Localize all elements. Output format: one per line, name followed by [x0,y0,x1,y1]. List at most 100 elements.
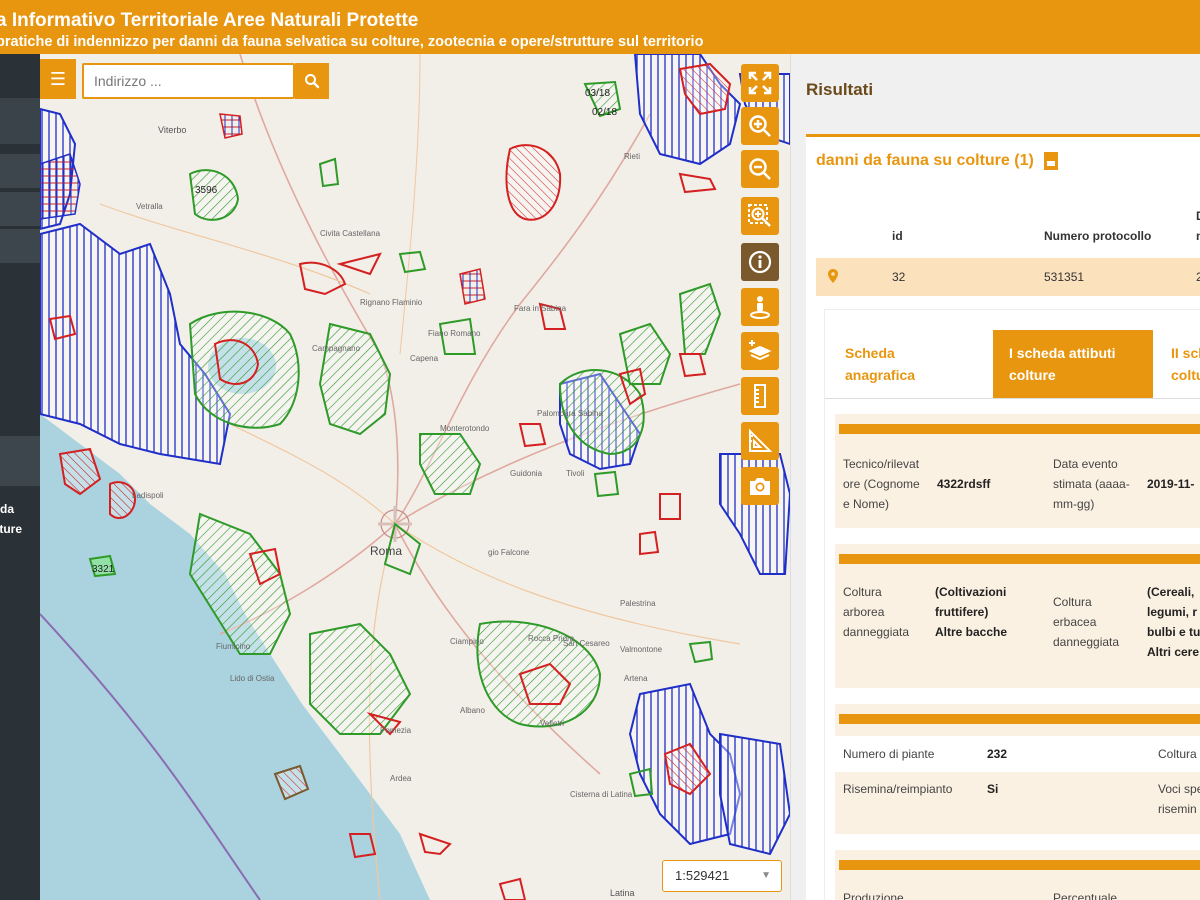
data-evento-value: 2019-11- [1147,477,1195,491]
map-label-sancesareo: San Cesareo [563,639,610,648]
coltura-label: Coltura [1158,747,1197,761]
column-header-extra-1[interactable]: D [1196,209,1200,223]
map-label-tivoli: Tivoli [566,469,585,478]
sidebar-item-3[interactable] [0,229,40,263]
map-label-3596: 3596 [195,185,218,196]
zoom-in-button[interactable] [741,107,779,145]
sidebar-item-active[interactable] [0,436,40,486]
map-label-palestrina: Palestrina [620,599,656,608]
zoom-extent-icon [748,204,771,227]
map-label-civita-castellana: Civita Castellana [320,229,381,238]
pdf-icon[interactable] [1044,152,1059,170]
map-label-velletri: Velletri [540,719,565,728]
result-card: danni da fauna su colture (1) id Numero … [806,134,1200,900]
percentuale-label: Percentuale [1053,891,1118,900]
map-label-ardea: Ardea [390,774,412,783]
map-label-guidonia: Guidonia [510,469,543,478]
tab-scheda-attributi-colture[interactable]: I scheda attibuti colture [993,330,1153,398]
map-label-vetralla: Vetralla [136,202,163,211]
map-layer [40,54,790,900]
search-icon [305,74,320,89]
measure-length-button[interactable] [741,377,779,415]
map-marker-icon[interactable] [828,269,838,283]
map-label-palombara: Palombara Sabina [537,409,603,418]
produzione-label: Produzione [843,891,904,900]
map-label-pomezia: Pomezia [380,726,412,735]
map-label-fara: Fara in Sabina [514,304,567,313]
sidebar-item-1[interactable] [0,154,40,188]
map-label-capena: Capena [410,354,439,363]
section-colture: Coltura arborea danneggiata (Coltivazion… [835,544,1200,688]
search-button[interactable] [295,63,329,99]
fullscreen-button[interactable] [741,64,779,102]
map-label-albano: Albano [460,706,485,715]
measure-area-button[interactable] [741,422,779,460]
cell-id: 32 [892,270,906,284]
section-tecnico: Tecnico/rilevat ore (Cognome e Nome) 432… [835,414,1200,528]
numero-piante-label: Numero di piante [843,747,935,761]
menu-toggle-button[interactable]: ☰ [40,59,76,99]
measure-length-icon [754,384,766,408]
map-label-latina: Latina [610,888,635,898]
map-label-0318: 03/18 [585,88,611,99]
risemina-label: Risemina/reimpianto [843,782,953,796]
camera-icon [750,478,770,495]
map-canvas[interactable]: Viterbo Vetralla Civita Castellana Rigna… [40,54,790,900]
zoom-out-button[interactable] [741,150,779,188]
app-subtitle: pratiche di indennizzo per danni da faun… [0,34,704,50]
map-label-3321: 3321 [92,564,115,575]
sidebar-item-2[interactable] [0,192,40,226]
info-button[interactable] [741,243,779,281]
sidebar-header-block [0,98,40,144]
map-label-campagnano: Campagnano [312,344,361,353]
result-layer-title[interactable]: danni da fauna su colture (1) [816,152,1059,170]
column-header-protocollo[interactable]: Numero protocollo [1044,229,1151,243]
tab-scheda-2[interactable]: II sch coltu [1155,330,1200,398]
results-title: Risultati [806,80,874,99]
coltura-erbacea-value: (Cereali, legumi, r bulbi e tu Altri cer… [1147,585,1200,659]
scale-select[interactable]: 1:529421 ▼ [662,860,782,892]
section-bar [839,554,1200,564]
fullscreen-icon [748,71,772,95]
section-bar [839,424,1200,434]
chevron-down-icon: ▼ [761,870,771,881]
zoom-extent-button[interactable] [741,197,779,235]
sidebar: da lture [0,54,40,900]
section-piante: Numero di piante 232 Coltura Risemina/re… [835,704,1200,834]
street-view-button[interactable] [741,288,779,326]
map-label-0218: 02/18 [592,107,618,118]
add-layer-button[interactable] [741,332,779,370]
map-label-ladispoli: Ladispoli [132,491,164,500]
sidebar-item-label[interactable]: da lture [0,499,22,539]
column-header-extra-2[interactable]: n [1196,229,1200,243]
map-label-roma: Roma [370,544,403,558]
map-label-cisterna: Cisterna di Latina [570,790,633,799]
scale-value: 1:529421 [675,868,730,883]
measure-area-icon [749,428,773,452]
column-header-id[interactable]: id [892,229,903,243]
map-label-fiumicino: Fiumicino [216,642,251,651]
address-search-input[interactable] [82,63,295,99]
tecnico-value: 4322rdsff [937,477,991,491]
section-bar [839,714,1200,724]
table-row[interactable]: 32 531351 2 [816,258,1200,296]
street-view-icon [750,296,770,319]
risemina-value: Si [987,782,999,796]
results-panel: Risultati danni da fauna su colture (1) … [790,54,1200,900]
cell-protocollo: 531351 [1044,270,1085,284]
map-label-rieti: Rieti [624,152,641,161]
info-icon [748,250,772,274]
section-bar [839,860,1200,870]
map-label-valmontone: Valmontone [620,645,663,654]
map-label-rignano: Rignano Flaminio [360,298,423,307]
screenshot-button[interactable] [741,467,779,505]
coltura-erbacea-label: Coltura erbacea danneggiata [1053,595,1120,649]
app-header: a Informativo Territoriale Aree Naturali… [0,0,1200,54]
detail-tabs: Scheda anagrafica I scheda attibuti colt… [824,309,1200,900]
map-label-viterbo: Viterbo [158,125,187,135]
map-label-ciampino: Ciampino [450,637,484,646]
map-label-giofalcone: gio Falcone [488,548,530,557]
zoom-in-icon [749,115,771,137]
coltura-arborea-value: (Coltivazioni fruttifere) Altre bacche [935,585,1008,639]
tab-scheda-anagrafica[interactable]: Scheda anagrafica [829,330,979,398]
